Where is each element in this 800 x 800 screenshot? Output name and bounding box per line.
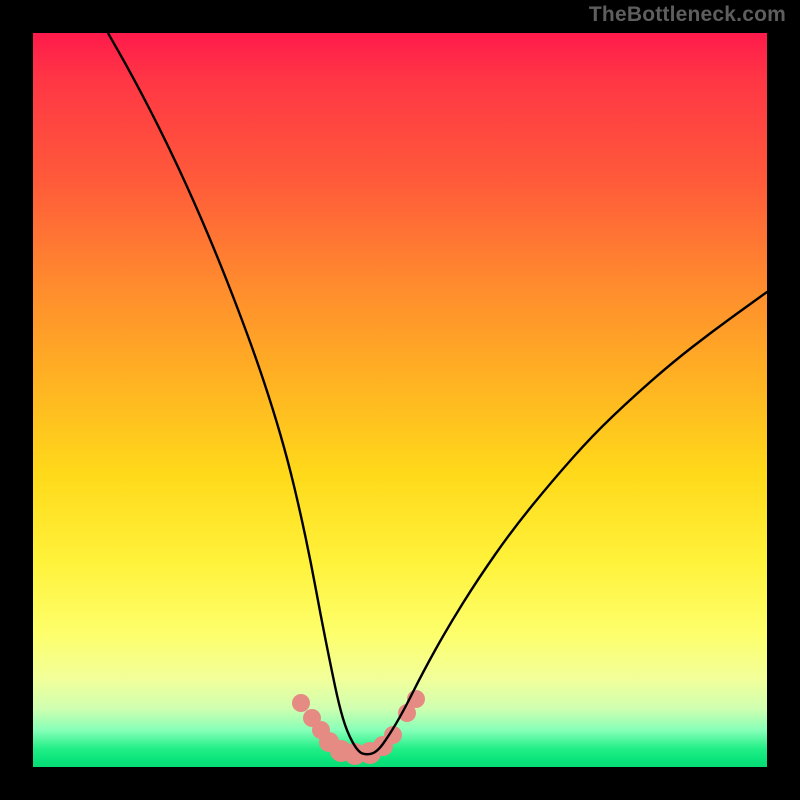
plot-svg (33, 33, 767, 767)
plot-frame (33, 33, 767, 767)
marker-group (292, 690, 425, 765)
bottleneck-curve (108, 33, 767, 754)
watermark-text: TheBottleneck.com (589, 3, 786, 27)
marker-left-stem-1 (292, 694, 310, 712)
